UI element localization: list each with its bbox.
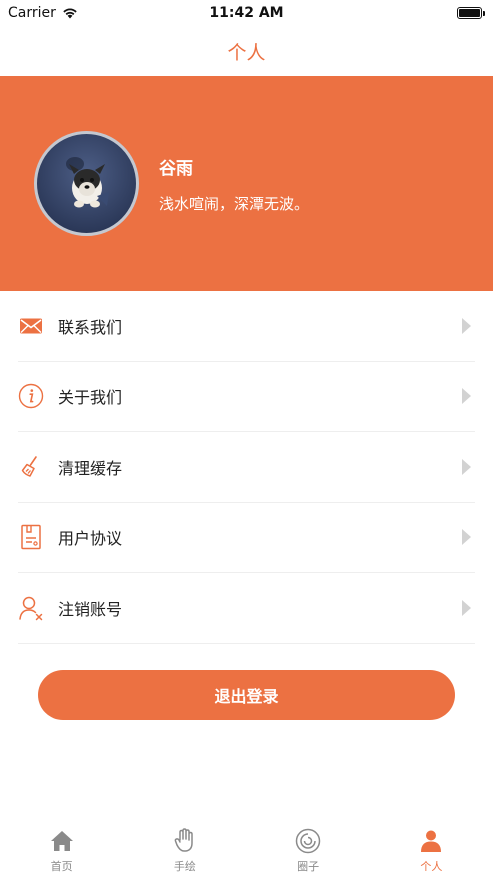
dog-avatar-icon: [66, 157, 109, 208]
tab-label: 手绘: [173, 860, 196, 873]
status-bar: Carrier 11:42 AM: [0, 0, 493, 26]
tab-profile[interactable]: 个人: [370, 823, 493, 879]
menu-item-label: 联系我们: [58, 317, 123, 337]
hand-icon: [172, 828, 198, 854]
menu-item-label: 清理缓存: [58, 458, 123, 478]
tab-label: 圈子: [297, 860, 320, 873]
status-right: [457, 7, 485, 19]
mail-icon: [18, 313, 44, 339]
chevron-right-icon: [462, 599, 471, 616]
logout-button[interactable]: 退出登录: [38, 669, 455, 720]
profile-name: 谷雨: [159, 158, 193, 179]
nav-bar: 个人: [0, 26, 493, 76]
status-time: 11:42 AM: [209, 5, 284, 21]
chevron-right-icon: [462, 388, 471, 405]
profile-header: 谷雨 浅水喧闹，深潭无波。: [0, 76, 493, 291]
menu-item-clear-cache[interactable]: 清理缓存: [18, 432, 475, 503]
document-icon: [18, 524, 44, 550]
profile-text: 谷雨 浅水喧闹，深潭无波。: [159, 154, 309, 214]
tab-bar: 首页 手绘 圈子 个人: [0, 823, 493, 879]
battery-icon: [457, 7, 482, 19]
avatar[interactable]: [34, 131, 139, 236]
chevron-right-icon: [462, 317, 471, 334]
circle-icon: [295, 828, 321, 854]
home-icon: [49, 828, 75, 854]
tab-label: 个人: [420, 860, 443, 873]
menu-item-label: 关于我们: [58, 388, 123, 408]
user-remove-icon: [18, 595, 44, 621]
broom-icon: [18, 454, 44, 480]
chevron-right-icon: [462, 458, 471, 475]
tab-circle[interactable]: 圈子: [247, 823, 370, 879]
menu-item-label: 用户协议: [58, 529, 123, 549]
chevron-right-icon: [462, 529, 471, 546]
tab-drawing[interactable]: 手绘: [123, 823, 246, 879]
menu-item-label: 注销账号: [58, 599, 123, 619]
menu-item-delete-account[interactable]: 注销账号: [18, 573, 475, 644]
info-icon: [18, 383, 44, 409]
profile-motto: 浅水喧闹，深潭无波。: [159, 194, 310, 213]
menu-item-contact[interactable]: 联系我们: [18, 291, 475, 362]
person-icon: [418, 828, 444, 854]
page-title: 个人: [227, 41, 266, 64]
settings-menu: 联系我们 关于我们 清理缓存 用户协议 注销账号: [0, 291, 493, 644]
tab-label: 首页: [50, 860, 73, 873]
logout-wrap: 退出登录: [0, 644, 493, 720]
tab-home[interactable]: 首页: [0, 823, 123, 879]
menu-item-user-agreement[interactable]: 用户协议: [18, 503, 475, 573]
menu-item-about[interactable]: 关于我们: [18, 362, 475, 432]
